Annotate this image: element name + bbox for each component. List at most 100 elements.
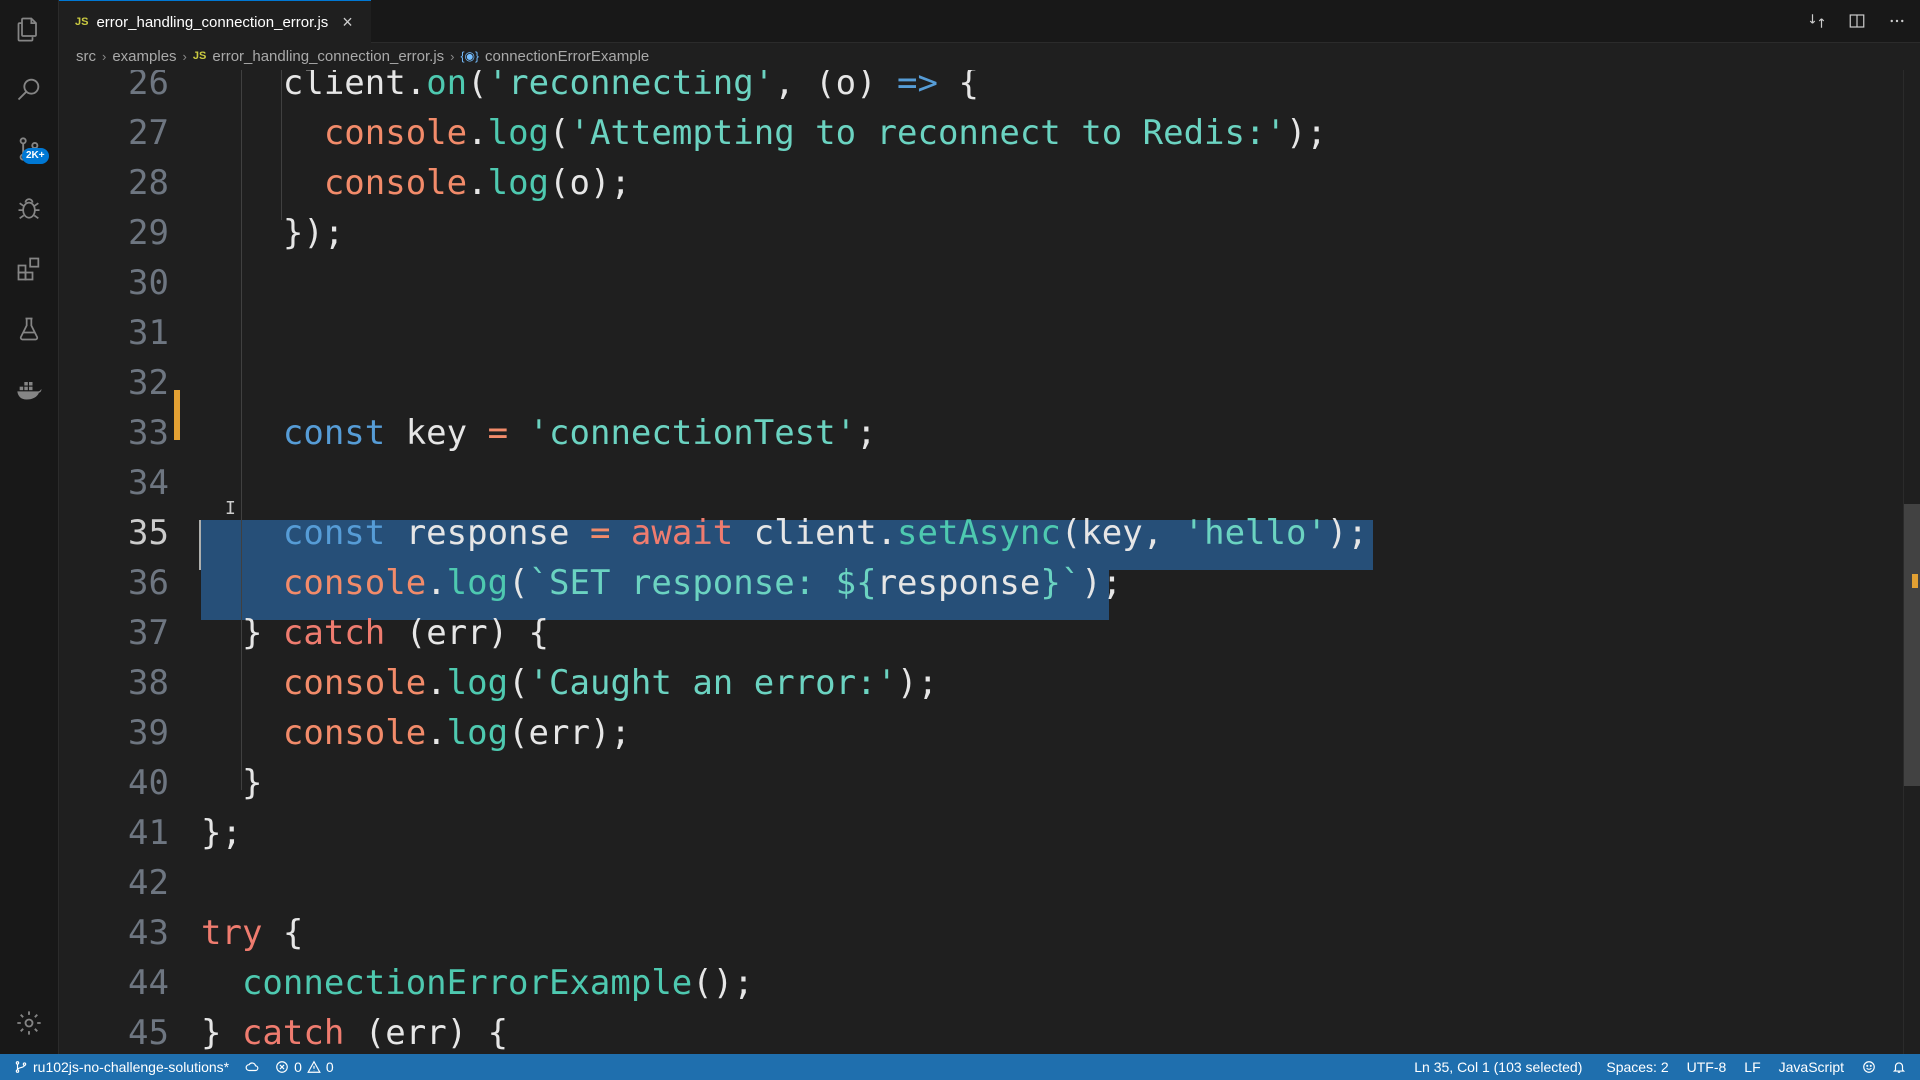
code-line[interactable]: 41}; bbox=[59, 808, 1920, 858]
code-token: log bbox=[446, 713, 509, 753]
eol-status[interactable]: LF bbox=[1734, 1054, 1768, 1080]
code-editor[interactable]: I 26 client.on('reconnecting', (o) => {2… bbox=[59, 70, 1920, 1054]
code-line[interactable]: 28 console.log(o); bbox=[59, 158, 1920, 208]
breadcrumb-src[interactable]: src bbox=[76, 48, 96, 65]
code-text: client.on('reconnecting', (o) => { bbox=[201, 70, 979, 108]
code-line[interactable]: 40 } bbox=[59, 758, 1920, 808]
indentation-label: Spaces: 2 bbox=[1606, 1059, 1669, 1075]
close-icon[interactable]: × bbox=[342, 12, 353, 33]
split-editor-icon[interactable] bbox=[1848, 12, 1866, 30]
search-icon[interactable] bbox=[14, 74, 44, 104]
code-line[interactable]: 29 }); bbox=[59, 208, 1920, 258]
code-text: try { bbox=[201, 908, 303, 958]
code-token: }; bbox=[201, 813, 242, 853]
code-token: log bbox=[446, 563, 509, 603]
code-line[interactable]: 32 bbox=[59, 358, 1920, 408]
code-line[interactable]: 43 try { bbox=[59, 908, 1920, 958]
vertical-scrollbar[interactable] bbox=[1903, 70, 1920, 1054]
line-number: 30 bbox=[128, 263, 169, 303]
code-token: 'connectionTest' bbox=[528, 413, 857, 453]
code-token: `SET response: ${ bbox=[528, 563, 877, 603]
code-line[interactable]: 34 bbox=[59, 458, 1920, 508]
code-line[interactable]: 39 console.log(err); bbox=[59, 708, 1920, 758]
code-line[interactable]: 45} catch (err) { bbox=[59, 1008, 1920, 1054]
code-token: ); bbox=[1285, 113, 1327, 153]
extensions-icon[interactable] bbox=[14, 254, 44, 284]
scrollbar-thumb[interactable] bbox=[1904, 504, 1920, 786]
code-line[interactable]: 33 const key = 'connectionTest'; bbox=[59, 408, 1920, 458]
breadcrumb: src › examples › JS error_handling_conne… bbox=[76, 44, 649, 68]
code-line[interactable]: 44 connectionErrorExample(); bbox=[59, 958, 1920, 1008]
breadcrumb-symbol[interactable]: connectionErrorExample bbox=[485, 48, 649, 65]
chevron-right-icon: › bbox=[102, 48, 107, 64]
encoding-label: UTF-8 bbox=[1686, 1059, 1727, 1075]
line-number: 34 bbox=[128, 463, 169, 503]
code-token: ( bbox=[508, 563, 529, 603]
code-text: console.log(o); bbox=[201, 158, 631, 208]
code-token: 'Caught an error:' bbox=[528, 663, 898, 703]
sync-status[interactable] bbox=[237, 1054, 267, 1080]
code-text: const key = 'connectionTest'; bbox=[201, 408, 877, 458]
code-token: } bbox=[201, 763, 263, 803]
code-token: 'hello' bbox=[1183, 513, 1327, 553]
code-line[interactable]: 31 bbox=[59, 308, 1920, 358]
code-line[interactable]: 30 bbox=[59, 258, 1920, 308]
code-token: setAsync bbox=[897, 513, 1061, 553]
branch-name: ru102js-no-challenge-solutions* bbox=[33, 1059, 230, 1075]
warning-count: 0 bbox=[325, 1059, 334, 1075]
tab-error-handling-connection-error[interactable]: JS error_handling_connection_error.js × bbox=[59, 0, 371, 43]
more-actions-icon[interactable] bbox=[1888, 12, 1906, 30]
breadcrumb-file[interactable]: error_handling_connection_error.js bbox=[212, 48, 444, 65]
code-token: key bbox=[385, 413, 488, 453]
eol-label: LF bbox=[1744, 1059, 1761, 1075]
code-text: console.log('Attempting to reconnect to … bbox=[201, 108, 1327, 158]
branch-status[interactable]: ru102js-no-challenge-solutions* bbox=[0, 1054, 237, 1080]
debug-icon[interactable] bbox=[14, 194, 44, 224]
code-token: catch bbox=[282, 613, 386, 653]
code-token: (err) { bbox=[385, 613, 550, 653]
code-line[interactable]: 35 const response = await client.setAsyn… bbox=[59, 508, 1920, 558]
line-number: 35 bbox=[128, 513, 169, 553]
feedback-status[interactable] bbox=[1852, 1054, 1884, 1080]
open-changes-icon[interactable] bbox=[1808, 12, 1826, 30]
code-token: . bbox=[467, 163, 488, 203]
scrollbar-change-marker bbox=[1912, 574, 1918, 588]
code-token: log bbox=[487, 113, 550, 153]
scm-badge: 2K+ bbox=[22, 148, 49, 164]
code-token: }); bbox=[201, 213, 345, 253]
code-line[interactable]: 26 client.on('reconnecting', (o) => { bbox=[59, 70, 1920, 108]
code-token: ( bbox=[467, 70, 488, 103]
line-number: 37 bbox=[128, 613, 169, 653]
error-icon bbox=[276, 1061, 288, 1073]
cursor-position-label: Ln 35, Col 1 (103 selected) bbox=[1414, 1059, 1583, 1075]
code-token: const bbox=[201, 413, 386, 453]
indentation-status[interactable]: Spaces: 2 bbox=[1590, 1054, 1676, 1080]
code-line[interactable]: 37 } catch (err) { bbox=[59, 608, 1920, 658]
breadcrumb-examples[interactable]: examples bbox=[112, 48, 176, 65]
code-text: connectionErrorExample(); bbox=[201, 958, 754, 1008]
code-line[interactable]: 27 console.log('Attempting to reconnect … bbox=[59, 108, 1920, 158]
line-number: 38 bbox=[128, 663, 169, 703]
testing-icon[interactable] bbox=[14, 314, 44, 344]
code-token: ); bbox=[1326, 513, 1368, 553]
language-mode[interactable]: JavaScript bbox=[1769, 1054, 1852, 1080]
problems-status[interactable]: 0 0 bbox=[267, 1054, 342, 1080]
cursor-position[interactable]: Ln 35, Col 1 (103 selected) bbox=[1406, 1054, 1590, 1080]
explorer-icon[interactable] bbox=[14, 14, 44, 44]
code-token: connectionErrorExample bbox=[201, 963, 693, 1003]
code-line[interactable]: 36 console.log(`SET response: ${response… bbox=[59, 558, 1920, 608]
code-token: ( bbox=[549, 113, 570, 153]
settings-gear-icon[interactable] bbox=[14, 1008, 44, 1038]
code-text: } catch (err) { bbox=[201, 608, 549, 658]
line-number: 39 bbox=[128, 713, 169, 753]
code-line[interactable]: 42 bbox=[59, 858, 1920, 908]
notifications-status[interactable] bbox=[1884, 1054, 1920, 1080]
code-token: response bbox=[385, 513, 590, 553]
code-token: = bbox=[589, 513, 611, 553]
code-token: 'reconnecting' bbox=[487, 70, 775, 103]
encoding-status[interactable]: UTF-8 bbox=[1677, 1054, 1735, 1080]
warning-icon bbox=[307, 1060, 321, 1073]
code-line[interactable]: 38 console.log('Caught an error:'); bbox=[59, 658, 1920, 708]
docker-icon[interactable] bbox=[14, 374, 44, 404]
